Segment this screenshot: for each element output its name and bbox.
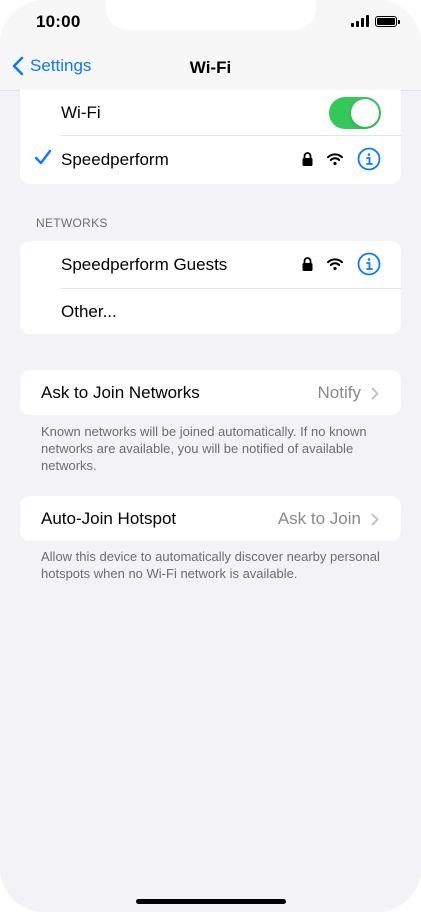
lock-icon [302, 152, 313, 166]
wifi-icon [327, 153, 343, 165]
networks-section-header: NETWORKS [36, 216, 108, 230]
auto-join-value: Ask to Join [277, 509, 361, 528]
auto-join-row[interactable]: Auto-Join Hotspot Ask to Join [20, 496, 401, 541]
ask-to-join-footnote: Known networks will be joined automatica… [41, 424, 367, 473]
info-icon[interactable] [357, 252, 381, 276]
network-name: Speedperform Guests [61, 255, 228, 274]
network-row[interactable]: Speedperform Guests [20, 241, 401, 289]
ask-to-join-group: Ask to Join Networks Notify [20, 370, 401, 415]
checkmark-icon [34, 149, 52, 165]
wifi-toggle-row: Wi-Fi [20, 90, 401, 136]
status-bar: 10:00 [0, 0, 421, 46]
auto-join-value-wrap: Ask to Join [278, 509, 379, 529]
status-time: 10:00 [36, 12, 81, 31]
ask-to-join-row[interactable]: Ask to Join Networks Notify [20, 370, 401, 415]
network-icons [302, 252, 381, 276]
auto-join-group: Auto-Join Hotspot Ask to Join [20, 496, 401, 541]
wifi-toggle[interactable] [329, 97, 381, 129]
other-network-label: Other... [61, 301, 117, 321]
phone-screen: 10:00 Settings Wi-Fi Wi-Fi Speedperform … [0, 0, 421, 912]
wifi-icon [327, 258, 343, 270]
networks-group: Speedperform Guests Other... [20, 241, 401, 334]
battery-icon [375, 15, 400, 27]
chevron-right-icon [371, 513, 379, 525]
connected-network-icons [302, 147, 381, 171]
ask-to-join-value: Notify [317, 383, 361, 402]
auto-join-label: Auto-Join Hotspot [41, 508, 177, 528]
connected-network-name: Speedperform [61, 150, 169, 169]
navigation-bar: Settings Wi-Fi [0, 46, 421, 91]
info-icon[interactable] [357, 147, 381, 171]
signal-icon [351, 15, 369, 27]
wifi-group: Wi-Fi Speedperform [20, 90, 401, 184]
page-title: Wi-Fi [189, 58, 232, 77]
other-network-row[interactable]: Other... [20, 289, 401, 334]
chevron-right-icon [371, 387, 379, 399]
ask-to-join-value-wrap: Notify [318, 383, 379, 403]
status-icons [351, 15, 400, 27]
ask-to-join-label: Ask to Join Networks [41, 382, 200, 402]
lock-icon [302, 257, 313, 271]
notch [106, 0, 316, 30]
wifi-toggle-label: Wi-Fi [61, 103, 101, 122]
home-indicator[interactable] [136, 899, 286, 904]
auto-join-footnote: Allow this device to automatically disco… [41, 549, 380, 581]
connected-network-row[interactable]: Speedperform [20, 136, 401, 184]
